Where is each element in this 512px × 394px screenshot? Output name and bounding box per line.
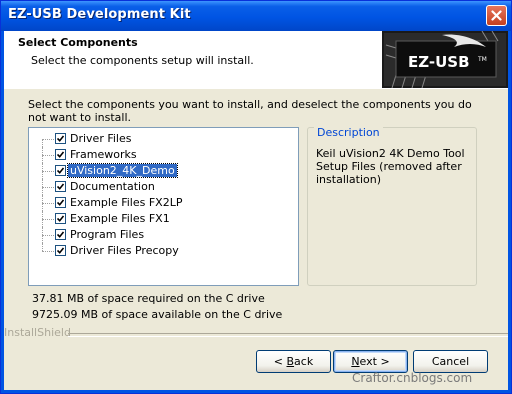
checkmark-icon — [57, 199, 64, 206]
component-item[interactable]: Frameworks — [29, 147, 299, 163]
svg-text:TM: TM — [477, 56, 487, 63]
component-checkbox[interactable] — [55, 181, 66, 192]
component-checkbox[interactable] — [55, 245, 66, 256]
component-label[interactable]: Driver Files Precopy — [68, 244, 181, 257]
description-group: Description Keil uVision2 4K Demo Tool S… — [307, 126, 477, 286]
component-label[interactable]: Example Files FX2LP — [68, 196, 184, 209]
component-item[interactable]: Driver Files — [29, 131, 299, 147]
tree-connector-branch — [42, 203, 54, 205]
component-label[interactable]: Frameworks — [68, 148, 139, 161]
svg-text:EZ-USB: EZ-USB — [408, 53, 470, 71]
window-title: EZ-USB Development Kit — [8, 7, 191, 22]
back-label: ack — [294, 355, 314, 368]
component-item[interactable]: uVision2_4K_Demo — [29, 163, 299, 179]
close-icon — [491, 10, 502, 21]
checkmark-icon — [57, 215, 64, 222]
component-checkbox[interactable] — [55, 229, 66, 240]
component-checkbox[interactable] — [55, 165, 66, 176]
cancel-button[interactable]: Cancel — [413, 350, 488, 373]
close-button[interactable] — [486, 5, 507, 26]
checkmark-icon — [57, 183, 64, 190]
checkmark-icon — [57, 135, 64, 142]
component-checkbox[interactable] — [55, 149, 66, 160]
component-label[interactable]: Example Files FX1 — [68, 212, 172, 225]
back-mnemonic: B — [286, 355, 295, 368]
component-item[interactable]: Driver Files Precopy — [29, 243, 299, 259]
checkmark-icon — [57, 151, 64, 158]
component-label[interactable]: uVision2_4K_Demo — [67, 163, 178, 178]
tree-connector-branch — [42, 251, 54, 253]
space-required-text: 37.81 MB of space required on the C driv… — [32, 292, 265, 305]
tree-connector-branch — [42, 219, 54, 221]
component-item[interactable]: Documentation — [29, 179, 299, 195]
ez-usb-logo: EZ-USB TM — [382, 31, 508, 88]
component-checkbox[interactable] — [55, 213, 66, 224]
tree-connector-branch — [42, 139, 54, 141]
component-label[interactable]: Driver Files — [68, 132, 133, 145]
component-item[interactable]: Program Files — [29, 227, 299, 243]
component-checkbox[interactable] — [55, 133, 66, 144]
checkmark-icon — [57, 231, 64, 238]
component-label[interactable]: Program Files — [68, 228, 146, 241]
tree-connector-branch — [42, 155, 54, 157]
next-mnemonic: N — [351, 355, 360, 368]
tree-connector-branch — [42, 187, 54, 189]
description-legend: Description — [314, 126, 383, 139]
installshield-label: InstallShield — [4, 326, 71, 339]
next-label: ext > — [359, 355, 390, 368]
tree-connector-line — [42, 243, 44, 251]
next-button[interactable]: Next > — [333, 350, 408, 373]
tree-connector-branch — [42, 171, 54, 173]
installshield-divider — [68, 333, 508, 337]
page-title: Select Components — [18, 36, 138, 49]
components-tree[interactable]: Driver Files Frameworks uVision2_4K_Demo Do… — [28, 127, 299, 286]
header-separator — [4, 88, 508, 89]
wizard-header: Select Components Select the components … — [4, 31, 508, 89]
back-button[interactable]: < Back — [256, 350, 331, 373]
title-bar[interactable]: EZ-USB Development Kit — [1, 1, 511, 31]
component-item[interactable]: Example Files FX1 — [29, 211, 299, 227]
dialog-body: Select Components Select the components … — [4, 31, 508, 390]
component-item[interactable]: Example Files FX2LP — [29, 195, 299, 211]
watermark-text: Craftor.cnblogs.com — [352, 371, 473, 385]
component-checkbox[interactable] — [55, 197, 66, 208]
description-text: Keil uVision2 4K Demo Tool Setup Files (… — [316, 147, 465, 186]
instruction-text: Select the components you want to instal… — [28, 98, 472, 124]
installer-window: EZ-USB Development Kit Select Components… — [0, 0, 512, 394]
tree-connector-branch — [42, 235, 54, 237]
space-available-text: 9725.09 MB of space available on the C d… — [32, 308, 283, 321]
page-subtitle: Select the components setup will install… — [31, 54, 254, 67]
checkmark-icon — [57, 247, 64, 254]
back-prefix: < — [273, 355, 287, 368]
checkmark-icon — [57, 167, 64, 174]
component-label[interactable]: Documentation — [68, 180, 157, 193]
